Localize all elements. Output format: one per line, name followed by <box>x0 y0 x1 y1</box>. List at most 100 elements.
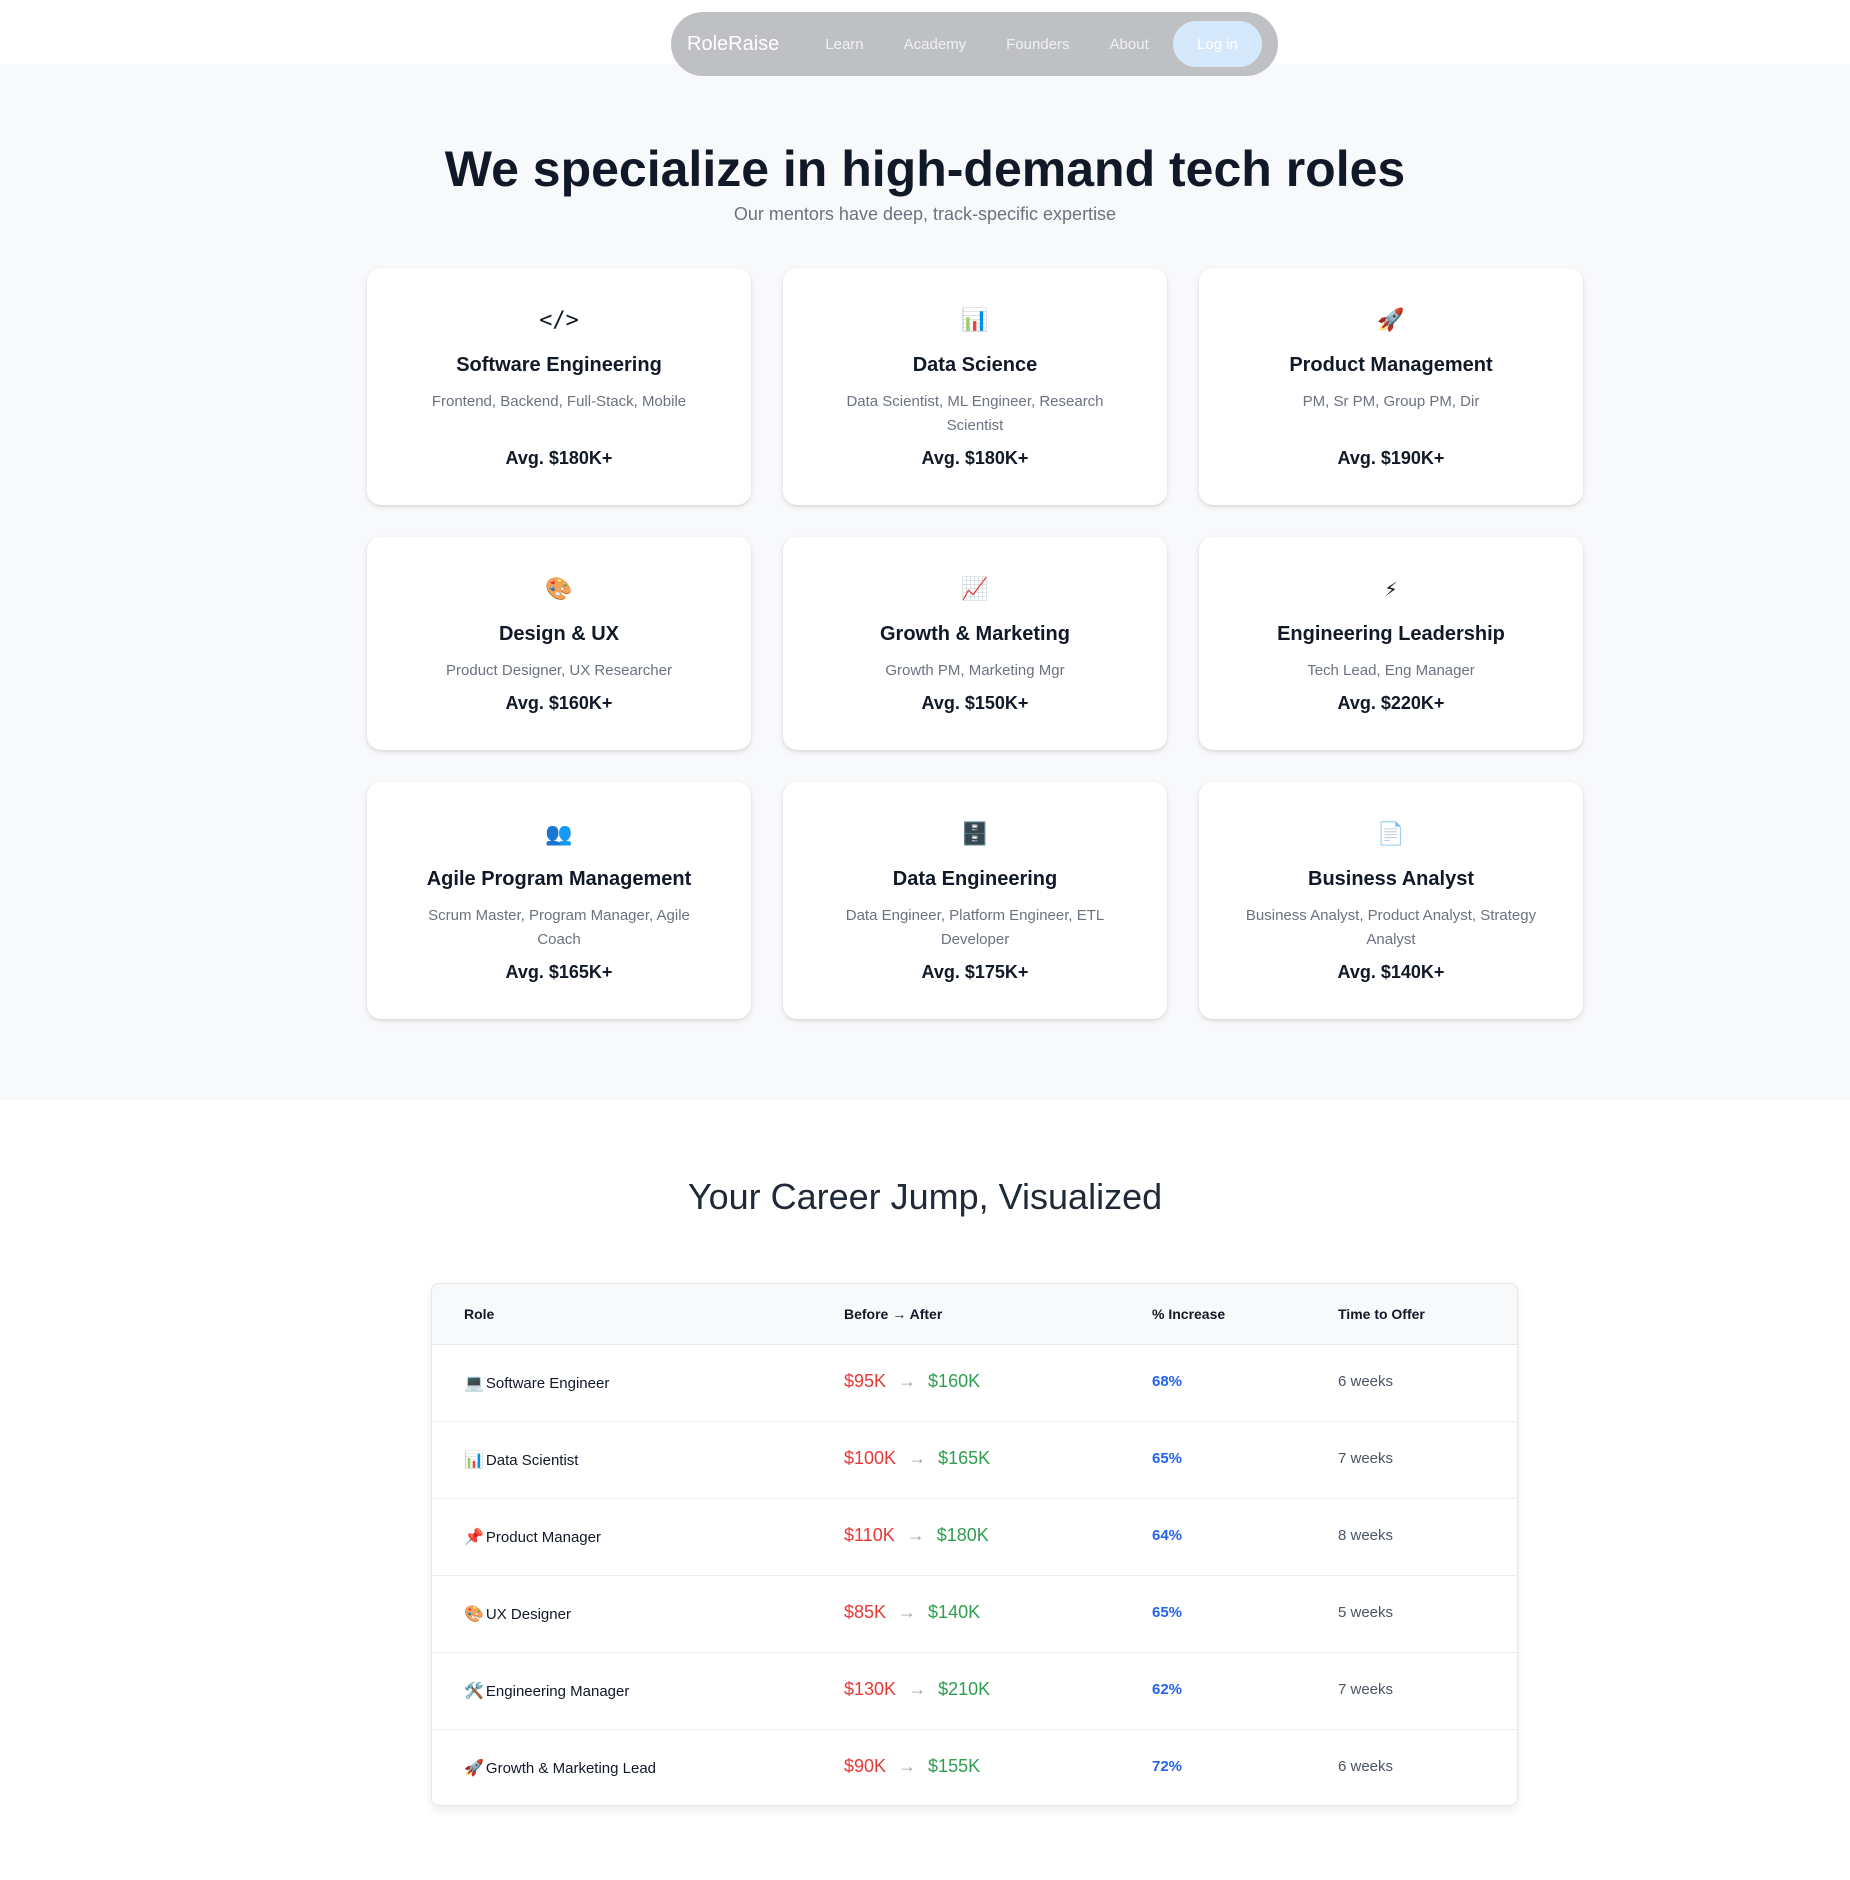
card-desc: PM, Sr PM, Group PM, Dir <box>1302 393 1480 410</box>
header-role: Role <box>464 1306 495 1322</box>
nav-link-learn[interactable]: Learn <box>825 36 863 53</box>
card-title: Design & UX <box>498 623 620 645</box>
card-title: Engineering Leadership <box>1277 623 1505 645</box>
card-avg-salary: Avg. $190K+ <box>1337 448 1445 468</box>
nav-pill: RoleRaise Learn Academy Founders About L… <box>671 12 1278 76</box>
card-avg-salary: Avg. $180K+ <box>921 448 1029 468</box>
file-cabinet-icon: 🗄️ <box>961 822 989 847</box>
roles-subtitle: Our mentors have deep, track-specific ex… <box>733 204 1117 224</box>
role-card[interactable]: 📈 Growth & Marketing Growth PM, Marketin… <box>783 537 1167 750</box>
card-desc: Product Designer, UX Researcher <box>446 662 672 679</box>
tools-icon: 🛠️ <box>464 1683 484 1700</box>
nav-link-about[interactable]: About <box>1110 36 1149 53</box>
card-title: Software Engineering <box>456 354 662 376</box>
arrow-icon: → <box>898 1602 917 1622</box>
card-desc: Tech Lead, Eng Manager <box>1307 662 1475 679</box>
role-card[interactable]: 📊 Data Science Data Scientist, ML Engine… <box>783 268 1167 505</box>
card-desc: Data Scientist, ML Engineer, Research Sc… <box>846 393 1104 434</box>
role-card[interactable]: ⚡ Engineering Leadership Tech Lead, Eng … <box>1199 537 1583 750</box>
cell-salary: $85K → $140K <box>844 1602 981 1622</box>
cell-role: 📌 Product Manager <box>464 1529 601 1546</box>
cell-increase: 65% <box>1152 1450 1183 1467</box>
document-icon: 📄 <box>1377 822 1405 847</box>
lightning-icon: ⚡ <box>1384 577 1398 602</box>
roles-title: We specialize in high-demand tech roles <box>444 141 1406 197</box>
arrow-icon: → <box>898 1756 917 1776</box>
card-title: Data Science <box>912 354 1038 376</box>
card-title: Agile Program Management <box>426 868 692 890</box>
arrow-icon: → <box>908 1448 927 1468</box>
arrow-icon: → <box>908 1679 927 1699</box>
cell-salary: $130K → $210K <box>844 1679 991 1699</box>
card-title: Data Engineering <box>892 868 1058 890</box>
cell-role: 🚀 Growth & Marketing Lead <box>464 1760 657 1777</box>
cell-role: 🎨 UX Designer <box>464 1606 571 1623</box>
card-desc: Scrum Master, Program Manager, Agile Coa… <box>428 907 690 948</box>
card-avg-salary: Avg. $165K+ <box>505 962 613 982</box>
career-title: Your Career Jump, Visualized <box>687 1176 1163 1217</box>
table-row: 🛠️ Engineering Manager $130K → $210K 62% 7 … <box>432 1653 1517 1730</box>
role-card[interactable]: </> Software Engineering Frontend, Backe… <box>367 268 751 505</box>
career-table: Role Before → After % Increase Time to O… <box>431 1283 1518 1806</box>
card-desc: Data Engineer, Platform Engineer, ETL De… <box>845 907 1105 948</box>
card-avg-salary: Avg. $220K+ <box>1337 693 1445 713</box>
cell-time: 7 weeks <box>1338 1450 1394 1467</box>
palette-icon: 🎨 <box>464 1606 484 1623</box>
rocket-icon: 🚀 <box>464 1760 484 1777</box>
arrow-icon: → <box>906 1525 925 1545</box>
cell-salary: $100K → $165K <box>844 1448 991 1468</box>
card-avg-salary: Avg. $140K+ <box>1337 962 1445 982</box>
cell-time: 6 weeks <box>1338 1758 1394 1775</box>
header-before-after: Before → After <box>844 1306 943 1322</box>
cell-salary: $90K → $155K <box>844 1756 981 1776</box>
card-avg-salary: Avg. $175K+ <box>921 962 1029 982</box>
header-time: Time to Offer <box>1338 1306 1425 1322</box>
table-row: 🎨 UX Designer $85K → $140K 65% 5 weeks <box>432 1576 1517 1653</box>
role-card[interactable]: 🎨 Design & UX Product Designer, UX Resea… <box>367 537 751 750</box>
card-title: Business Analyst <box>1308 868 1474 890</box>
header-increase: % Increase <box>1152 1306 1226 1322</box>
card-desc: Growth PM, Marketing Mgr <box>885 662 1065 679</box>
cell-time: 7 weeks <box>1338 1681 1394 1698</box>
cell-salary: $95K → $160K <box>844 1371 981 1391</box>
role-card[interactable]: 🗄️ Data Engineering Data Engineer, Platf… <box>783 782 1167 1019</box>
table-row: 💻 Software Engineer $95K → $160K 68% 6 week… <box>432 1345 1517 1422</box>
role-card[interactable]: 📄 Business Analyst Business Analyst, Pro… <box>1199 782 1583 1019</box>
card-avg-salary: Avg. $180K+ <box>505 448 613 468</box>
bar-chart-icon: 📊 <box>464 1452 484 1469</box>
cell-salary: $110K → $180K <box>844 1525 989 1545</box>
arrow-icon: → <box>898 1371 917 1391</box>
pushpin-icon: 📌 <box>464 1529 484 1546</box>
table-row: 🚀 Growth & Marketing Lead $90K → $155K 72% … <box>432 1730 1517 1805</box>
code-icon: </> <box>539 308 579 333</box>
brand-logo[interactable]: RoleRaise <box>687 33 779 56</box>
login-button[interactable]: Log in <box>1173 21 1262 67</box>
table-header: Role Before → After % Increase Time to O… <box>432 1284 1517 1345</box>
table-row: 📌 Product Manager $110K → $180K 64% 8 weeks <box>432 1499 1517 1576</box>
cell-increase: 62% <box>1152 1681 1183 1698</box>
cell-role: 💻 Software Engineer <box>464 1375 610 1392</box>
cell-increase: 65% <box>1152 1604 1183 1621</box>
laptop-icon: 💻 <box>464 1375 484 1392</box>
card-desc: Frontend, Backend, Full-Stack, Mobile <box>431 393 687 410</box>
cell-time: 6 weeks <box>1338 1373 1394 1390</box>
card-desc: Business Analyst, Product Analyst, Strat… <box>1245 907 1537 948</box>
rocket-icon: 🚀 <box>1377 308 1405 333</box>
nav-link-academy[interactable]: Academy <box>904 36 967 53</box>
cell-increase: 64% <box>1152 1527 1183 1544</box>
card-avg-salary: Avg. $160K+ <box>505 693 613 713</box>
role-card[interactable]: 🚀 Product Management PM, Sr PM, Group PM… <box>1199 268 1583 505</box>
card-title: Growth & Marketing <box>879 623 1070 645</box>
people-icon: 👥 <box>545 822 573 847</box>
trend-chart-icon: 📈 <box>961 577 989 602</box>
card-title: Product Management <box>1289 354 1493 376</box>
bar-chart-icon: 📊 <box>961 308 989 333</box>
cell-time: 8 weeks <box>1338 1527 1394 1544</box>
cell-increase: 72% <box>1152 1758 1183 1775</box>
nav-link-founders[interactable]: Founders <box>1006 36 1069 53</box>
palette-icon: 🎨 <box>545 577 573 602</box>
cell-role: 📊 Data Scientist <box>464 1452 579 1469</box>
card-avg-salary: Avg. $150K+ <box>921 693 1029 713</box>
cell-time: 5 weeks <box>1338 1604 1394 1621</box>
role-card[interactable]: 👥 Agile Program Management Scrum Master,… <box>367 782 751 1019</box>
